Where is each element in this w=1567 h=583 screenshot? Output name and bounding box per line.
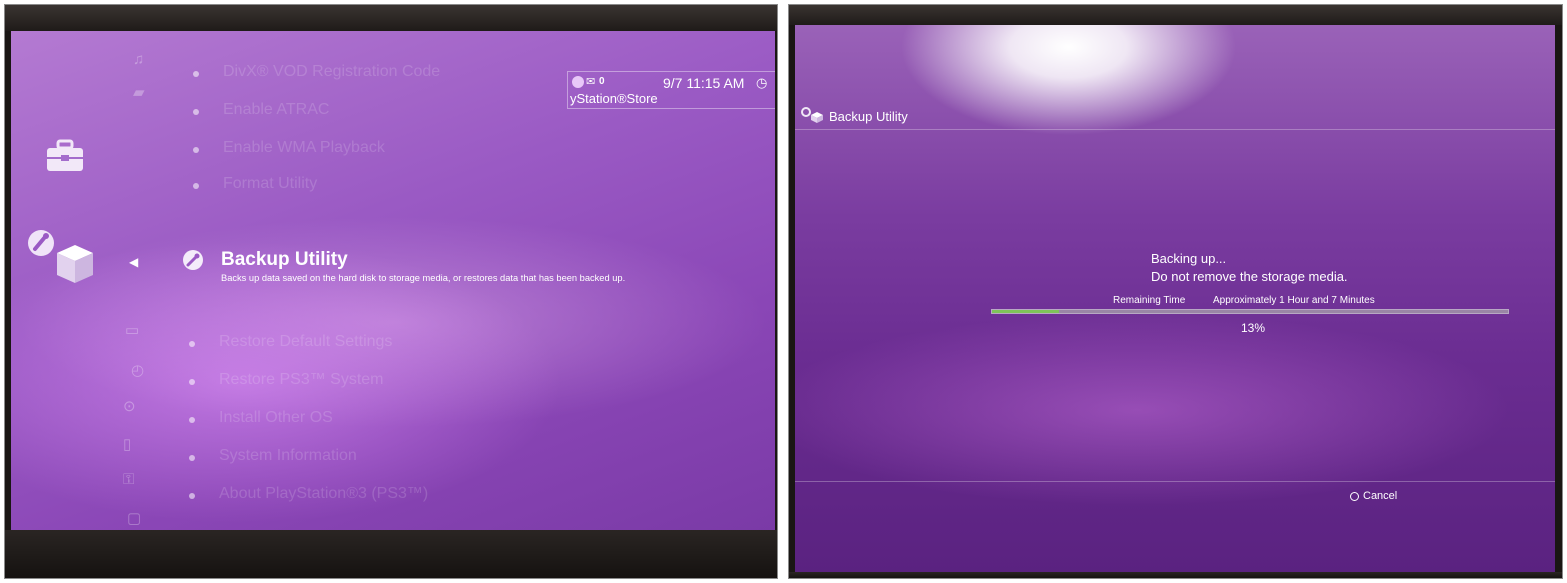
display-settings-icon: ▭ bbox=[125, 322, 140, 339]
progress-percent: 13% bbox=[1241, 321, 1266, 335]
mail-count: 0 bbox=[599, 76, 605, 87]
mail-icon: ✉ bbox=[586, 76, 596, 88]
page-title: Backup Utility bbox=[829, 109, 908, 124]
progress-bar bbox=[991, 309, 1509, 314]
menu-item-system-info[interactable]: System Information bbox=[219, 447, 357, 465]
menu-item-restore-defaults[interactable]: Restore Default Settings bbox=[219, 333, 392, 351]
clock-icon: ◷ bbox=[756, 75, 768, 90]
menu-bullet bbox=[193, 71, 199, 77]
music-settings-icon: ♫ bbox=[133, 51, 145, 68]
left-photo: ♫ ▰ DivX® VOD Registration Code Enable A… bbox=[4, 4, 778, 579]
store-text: yStation®Store bbox=[570, 91, 658, 106]
status-message-line2: Do not remove the storage media. bbox=[1151, 269, 1348, 284]
tv-bezel-bottom bbox=[789, 572, 1562, 578]
tv-bezel-top bbox=[5, 5, 777, 31]
selected-menu-description: Backs up data saved on the hard disk to … bbox=[221, 273, 626, 283]
xmb-screen: ♫ ▰ DivX® VOD Registration Code Enable A… bbox=[11, 31, 775, 533]
menu-bullet bbox=[189, 341, 195, 347]
cancel-button[interactable]: Cancel bbox=[1363, 490, 1397, 502]
status-box: ✉ 0 9/7 11:15 AM ◷ yStation®Store bbox=[567, 71, 775, 109]
status-message-line1: Backing up... bbox=[1151, 251, 1227, 266]
circle-button-icon bbox=[1350, 492, 1359, 501]
backup-progress-screen: Backup Utility Backing up... Do not remo… bbox=[795, 25, 1555, 575]
tv-bezel-bottom bbox=[5, 530, 777, 578]
chat-settings-icon: ▰ bbox=[133, 84, 145, 101]
footer-divider bbox=[795, 481, 1555, 482]
settings-gear-icon bbox=[801, 107, 823, 128]
menu-item-wma[interactable]: Enable WMA Playback bbox=[223, 139, 385, 157]
menu-item-about[interactable]: About PlayStation®3 (PS3™) bbox=[219, 485, 428, 503]
right-photo: Backup Utility Backing up... Do not remo… bbox=[788, 4, 1563, 579]
progress-fill bbox=[992, 310, 1060, 313]
system-settings-icon bbox=[27, 227, 95, 290]
menu-item-restore-ps3[interactable]: Restore PS3™ System bbox=[219, 371, 384, 389]
clock-datetime: 9/7 11:15 AM bbox=[663, 75, 745, 91]
remote-play-icon: ▢ bbox=[127, 510, 142, 527]
network-settings-icon: ▯ bbox=[123, 436, 132, 453]
menu-bullet bbox=[189, 379, 195, 385]
menu-item-format[interactable]: Format Utility bbox=[223, 175, 317, 193]
menu-item-divx[interactable]: DivX® VOD Registration Code bbox=[223, 63, 440, 81]
menu-bullet bbox=[189, 455, 195, 461]
user-avatar-icon bbox=[572, 76, 584, 88]
tv-bezel-top bbox=[789, 5, 1562, 25]
date-time-settings-icon: ◴ bbox=[131, 362, 145, 379]
menu-bullet bbox=[189, 493, 195, 499]
menu-bullet bbox=[193, 147, 199, 153]
selected-menu-title[interactable]: Backup Utility bbox=[221, 249, 348, 271]
toolbox-icon bbox=[45, 139, 85, 178]
back-arrow-icon[interactable]: ◀ bbox=[129, 255, 138, 269]
menu-bullet bbox=[193, 109, 199, 115]
menu-item-atrac[interactable]: Enable ATRAC bbox=[223, 101, 329, 119]
backup-utility-icon bbox=[182, 249, 204, 276]
menu-item-install-os[interactable]: Install Other OS bbox=[219, 409, 333, 427]
menu-bullet bbox=[189, 417, 195, 423]
accessory-settings-icon: ⊙ bbox=[123, 398, 136, 415]
header-divider bbox=[795, 129, 1555, 130]
remaining-time-label: Remaining Time bbox=[1113, 295, 1186, 306]
remaining-time-value: Approximately 1 Hour and 7 Minutes bbox=[1213, 295, 1375, 306]
menu-bullet bbox=[193, 183, 199, 189]
security-settings-icon: ⚿ bbox=[123, 471, 135, 488]
